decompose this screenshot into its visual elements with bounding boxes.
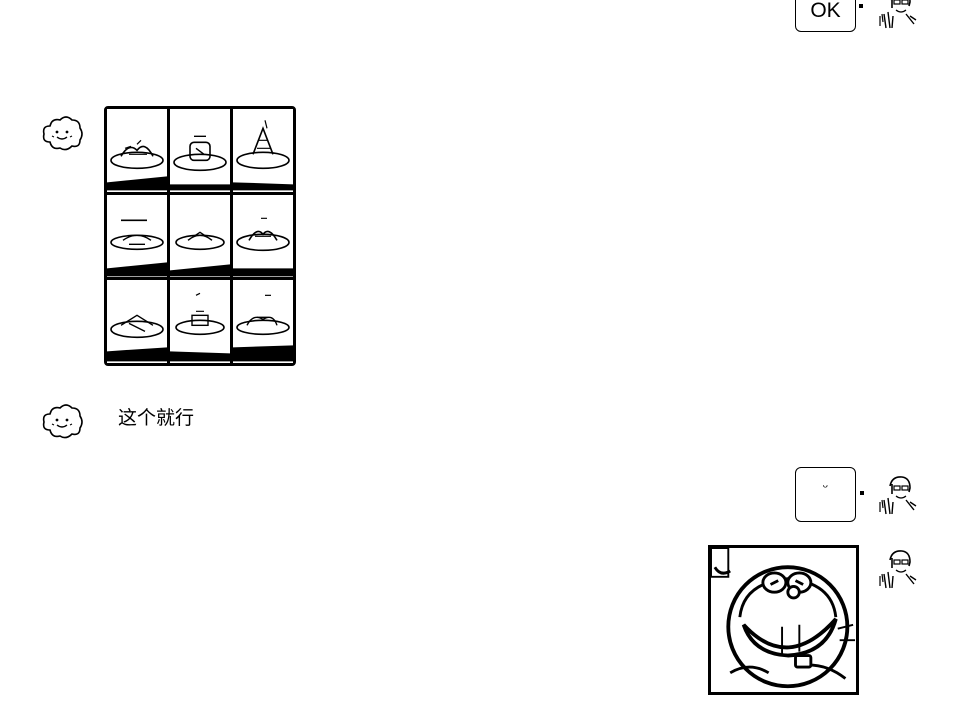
dish-image-icon (233, 120, 293, 191)
man-glasses-icon (879, 550, 917, 589)
bubble-tail (859, 4, 863, 8)
grid-cell-dish[interactable] (170, 109, 230, 192)
cloud-face-icon (42, 116, 83, 151)
dish-image-icon (233, 295, 293, 362)
man-glasses-avatar[interactable] (876, 0, 920, 30)
grid-cell-dish[interactable] (233, 109, 293, 192)
dish-image-icon (170, 135, 230, 191)
emoji-message-bubble[interactable]: ᵕ (795, 467, 856, 522)
grid-cell-dish[interactable] (170, 194, 230, 278)
ok-message-text: OK (810, 0, 841, 22)
grid-cell-dish[interactable] (107, 194, 167, 278)
ok-message-bubble[interactable]: OK (795, 0, 856, 32)
dish-image-icon (107, 139, 167, 191)
dish-image-icon (170, 231, 230, 276)
reply-message-text[interactable]: 这个就行 (118, 407, 194, 431)
man-glasses-icon (879, 476, 917, 515)
grid-cell-dish[interactable] (107, 280, 167, 363)
man-glasses-avatar[interactable] (876, 472, 920, 516)
cloud-face-avatar[interactable] (40, 112, 84, 156)
dish-image-icon (107, 219, 167, 276)
cartoon-sticker-image[interactable] (708, 545, 859, 695)
grid-cell-dish[interactable] (107, 109, 167, 192)
grid-cell-dish[interactable] (233, 280, 293, 363)
grid-cell-dish[interactable] (170, 280, 230, 363)
man-glasses-avatar[interactable] (876, 546, 920, 590)
cartoon-cat-icon (711, 548, 856, 689)
emoji-message-text: ᵕ (822, 479, 829, 496)
dish-image-icon (233, 217, 293, 276)
grid-cell-dish[interactable] (233, 194, 293, 278)
cloud-face-avatar[interactable] (40, 400, 84, 444)
man-glasses-icon (879, 0, 917, 29)
cloud-face-icon (42, 404, 83, 439)
dish-image-icon (170, 293, 230, 362)
bubble-tail (860, 491, 864, 495)
food-image-grid[interactable] (104, 106, 296, 366)
dish-image-icon (107, 314, 167, 362)
